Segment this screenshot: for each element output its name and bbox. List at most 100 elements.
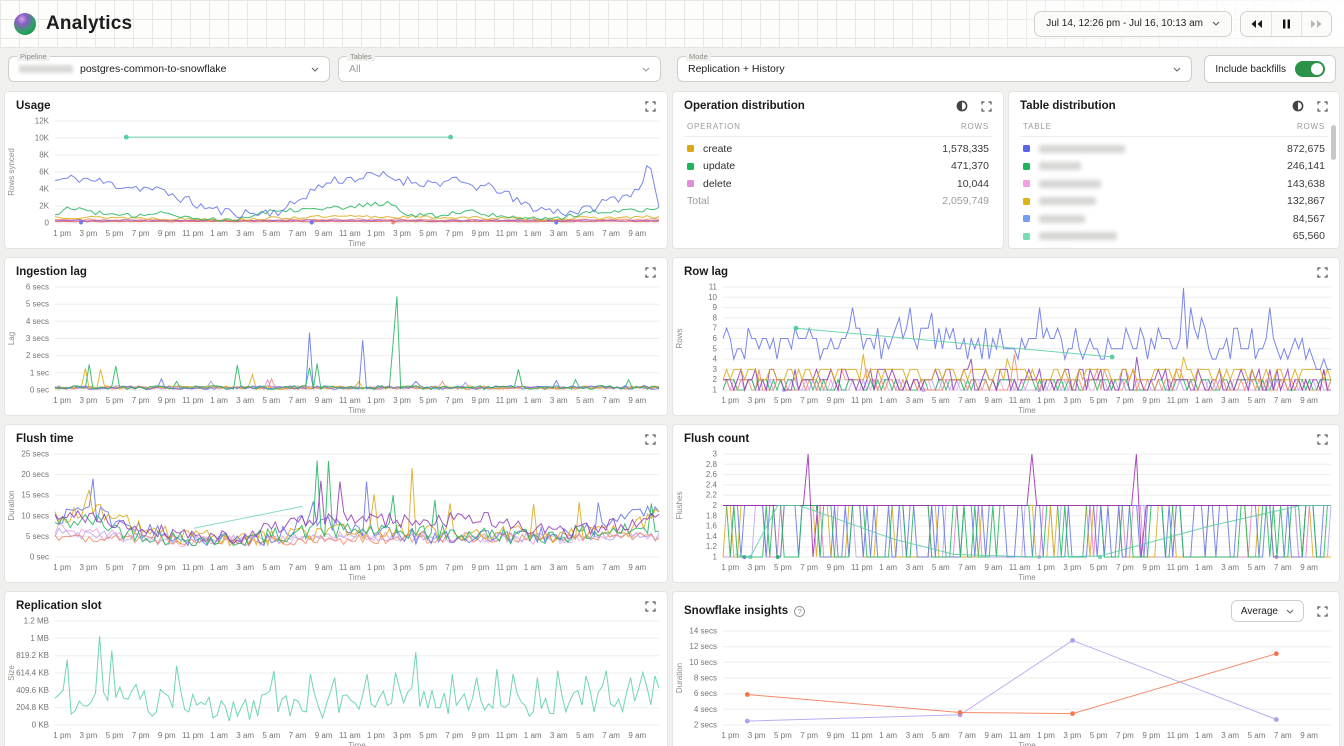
table-header: TABLEROWS: [1020, 118, 1328, 137]
tables-select[interactable]: Tables All: [338, 56, 661, 82]
pie-chart-icon[interactable]: [1292, 100, 1304, 112]
svg-text:9 am: 9 am: [315, 563, 333, 572]
svg-text:3 pm: 3 pm: [1063, 563, 1081, 572]
table-row[interactable]: create1,578,335: [687, 140, 989, 158]
svg-text:11 pm: 11 pm: [851, 563, 873, 572]
svg-text:1: 1: [713, 553, 718, 562]
expand-icon[interactable]: [1317, 434, 1328, 445]
svg-text:9 pm: 9 pm: [158, 563, 176, 572]
svg-text:1.6: 1.6: [706, 522, 718, 531]
svg-text:9 pm: 9 pm: [1142, 396, 1160, 405]
table-row[interactable]: 246,141: [1023, 158, 1325, 176]
scrollbar[interactable]: [1331, 125, 1336, 160]
svg-text:5 pm: 5 pm: [774, 731, 792, 740]
svg-text:1 am: 1 am: [879, 563, 897, 572]
expand-icon[interactable]: [1317, 267, 1328, 278]
svg-text:1 am: 1 am: [210, 396, 228, 405]
table-row[interactable]: 65,560: [1023, 228, 1325, 246]
svg-text:5 pm: 5 pm: [774, 396, 792, 405]
table-row[interactable]: delete10,044: [687, 175, 989, 193]
svg-text:11 pm: 11 pm: [496, 229, 518, 238]
svg-text:Flushes: Flushes: [675, 491, 684, 519]
aggregation-select[interactable]: Average: [1231, 600, 1304, 622]
svg-text:7: 7: [713, 324, 718, 333]
svg-text:9 am: 9 am: [315, 731, 333, 740]
pause-button[interactable]: [1271, 12, 1301, 36]
ingestion-lag-chart[interactable]: 0 sec1 sec2 secs3 secs4 secs5 secs6 secs…: [5, 280, 667, 416]
snowflake-insights-chart[interactable]: 2 secs4 secs6 secs8 secs10 secs12 secs14…: [673, 624, 1339, 746]
svg-text:5 am: 5 am: [262, 396, 280, 405]
snowflake-insights-panel: Snowflake insights ? Average 2 secs4 sec…: [672, 591, 1340, 746]
expand-icon[interactable]: [981, 101, 992, 112]
expand-icon[interactable]: [645, 101, 656, 112]
svg-text:9 am: 9 am: [1300, 396, 1318, 405]
svg-text:8: 8: [713, 313, 718, 322]
table-row[interactable]: 65,073: [1023, 245, 1325, 249]
svg-text:Time: Time: [1018, 573, 1036, 582]
table-row[interactable]: 872,675: [1023, 140, 1325, 158]
flush-count-chart[interactable]: 11.21.41.61.822.22.42.62.831 pm3 pm5 pm7…: [673, 447, 1339, 583]
include-backfills-toggle[interactable]: Include backfills: [1204, 55, 1336, 83]
mode-select[interactable]: Mode Replication + History: [677, 56, 1192, 82]
expand-icon[interactable]: [645, 267, 656, 278]
svg-text:6K: 6K: [39, 168, 49, 177]
svg-text:0 sec: 0 sec: [30, 386, 49, 395]
usage-panel: Usage 02K4K6K8K10K12K1 pm3 pm5 pm7 pm9 p…: [4, 91, 668, 249]
date-range-value: Jul 14, 12:26 pm - Jul 16, 10:13 am: [1046, 18, 1203, 29]
svg-text:11 am: 11 am: [1009, 396, 1031, 405]
svg-text:7 pm: 7 pm: [445, 731, 463, 740]
svg-text:5 am: 5 am: [576, 731, 594, 740]
svg-text:2.2: 2.2: [706, 491, 718, 500]
table-row[interactable]: update471,370: [687, 158, 989, 176]
rewind-icon: [1250, 19, 1263, 29]
svg-text:6: 6: [713, 334, 718, 343]
svg-text:7 pm: 7 pm: [800, 563, 818, 572]
help-icon[interactable]: ?: [794, 606, 805, 617]
redacted-table-name: [1039, 180, 1101, 188]
table-row[interactable]: 132,867: [1023, 193, 1325, 211]
rewind-button[interactable]: [1241, 12, 1271, 36]
expand-icon[interactable]: [645, 434, 656, 445]
svg-text:5 pm: 5 pm: [419, 229, 437, 238]
table-row[interactable]: 143,638: [1023, 175, 1325, 193]
svg-text:11 pm: 11 pm: [851, 731, 873, 740]
table-distribution-panel: Table distribution TABLEROWS 872,675 246…: [1008, 91, 1340, 249]
svg-text:5 pm: 5 pm: [106, 731, 124, 740]
svg-text:10 secs: 10 secs: [21, 511, 49, 520]
svg-text:3 am: 3 am: [1221, 731, 1239, 740]
svg-text:11 am: 11 am: [339, 396, 361, 405]
flush-time-chart[interactable]: 0 sec5 secs10 secs15 secs20 secs25 secs1…: [5, 447, 667, 583]
svg-text:Rows: Rows: [675, 328, 684, 348]
expand-icon[interactable]: [1317, 606, 1328, 617]
pipeline-value: postgres-common-to-snowflake: [80, 63, 226, 75]
svg-text:Duration: Duration: [7, 490, 16, 520]
svg-text:3 pm: 3 pm: [393, 396, 411, 405]
expand-icon[interactable]: [645, 601, 656, 612]
usage-chart[interactable]: 02K4K6K8K10K12K1 pm3 pm5 pm7 pm9 pm11 pm…: [5, 114, 667, 249]
date-range-picker[interactable]: Jul 14, 12:26 pm - Jul 16, 10:13 am: [1034, 11, 1232, 37]
table-row[interactable]: 84,567: [1023, 210, 1325, 228]
tables-table: 872,675 246,141 143,638 132,867 84,567 6…: [1009, 137, 1339, 249]
svg-text:1 pm: 1 pm: [721, 731, 739, 740]
svg-text:1 pm: 1 pm: [53, 563, 71, 572]
panel-title: Flush time: [16, 433, 74, 445]
mode-label: Mode: [686, 52, 711, 61]
svg-text:7 am: 7 am: [602, 396, 620, 405]
svg-text:4 secs: 4 secs: [694, 705, 717, 714]
filter-bar: Pipeline postgres-common-to-snowflake Ta…: [0, 48, 1344, 91]
header-controls: Jul 14, 12:26 pm - Jul 16, 10:13 am: [1034, 11, 1332, 37]
svg-text:3 am: 3 am: [236, 563, 254, 572]
svg-text:1 pm: 1 pm: [53, 731, 71, 740]
fast-forward-button[interactable]: [1301, 12, 1331, 36]
replication-slot-chart[interactable]: 0 KB204.8 KB409.6 KB614.4 KB819.2 KB1 MB…: [5, 614, 667, 746]
svg-text:7 pm: 7 pm: [132, 731, 150, 740]
pie-chart-icon[interactable]: [956, 100, 968, 112]
svg-text:7 am: 7 am: [602, 563, 620, 572]
svg-text:7 am: 7 am: [289, 731, 307, 740]
pipeline-select[interactable]: Pipeline postgres-common-to-snowflake: [8, 56, 330, 82]
row-lag-chart[interactable]: 12345678910111 pm3 pm5 pm7 pm9 pm11 pm1 …: [673, 280, 1339, 416]
svg-text:7 am: 7 am: [958, 396, 976, 405]
svg-text:9 am: 9 am: [985, 563, 1003, 572]
svg-text:1 sec: 1 sec: [30, 368, 49, 377]
expand-icon[interactable]: [1317, 101, 1328, 112]
